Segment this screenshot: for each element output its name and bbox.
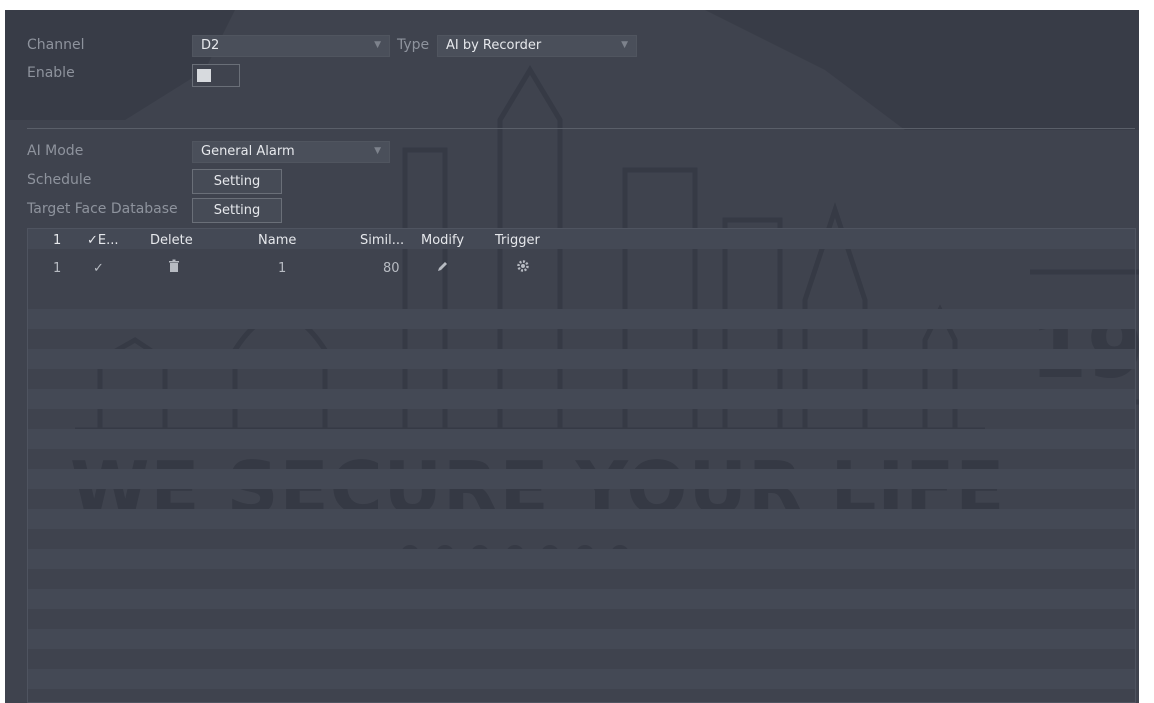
- enable-label: Enable: [27, 65, 75, 81]
- ai-config-panel: WE SECURE YOUR LIFE 19 Channel D2 ▼ Type…: [5, 10, 1139, 703]
- pencil-icon[interactable]: [436, 259, 448, 277]
- row-enable-check[interactable]: ✓: [93, 261, 104, 276]
- section-divider: [27, 128, 1135, 129]
- ai-mode-value: General Alarm: [201, 144, 295, 159]
- header-trigger: Trigger: [495, 233, 540, 248]
- table-stripe: [28, 389, 1135, 409]
- row-similarity: 80: [383, 261, 400, 276]
- header-delete: Delete: [150, 233, 193, 248]
- row-name: 1: [278, 261, 287, 276]
- type-value: AI by Recorder: [446, 38, 542, 53]
- target-face-db-label: Target Face Database: [27, 201, 178, 217]
- type-label: Type: [397, 37, 430, 53]
- header-name: Name: [258, 233, 297, 248]
- table-stripe: [28, 669, 1135, 689]
- table-stripe: [28, 309, 1135, 329]
- channel-select[interactable]: D2 ▼: [192, 35, 390, 57]
- toggle-knob: [197, 69, 211, 82]
- table-stripe: [28, 469, 1135, 489]
- face-db-table: 1 ✓E... Delete Name Simil... Modify Trig…: [27, 228, 1136, 703]
- ai-mode-select[interactable]: General Alarm ▼: [192, 141, 390, 163]
- table-header: [28, 229, 1135, 249]
- channel-label: Channel: [27, 37, 85, 53]
- trash-icon[interactable]: [168, 259, 180, 277]
- chevron-down-icon: ▼: [374, 146, 381, 156]
- target-face-db-setting-button[interactable]: Setting: [192, 198, 282, 223]
- type-select[interactable]: AI by Recorder ▼: [437, 35, 637, 57]
- header-enable[interactable]: ✓E...: [87, 233, 119, 248]
- table-stripe: [28, 429, 1135, 449]
- channel-value: D2: [201, 38, 220, 53]
- row-index: 1: [53, 261, 62, 276]
- chevron-down-icon: ▼: [374, 40, 381, 50]
- table-stripe: [28, 629, 1135, 649]
- header-modify: Modify: [421, 233, 465, 248]
- table-stripe: [28, 589, 1135, 609]
- gear-icon[interactable]: [516, 259, 530, 277]
- schedule-label: Schedule: [27, 172, 92, 188]
- chevron-down-icon: ▼: [621, 40, 628, 50]
- schedule-setting-button[interactable]: Setting: [192, 169, 282, 194]
- header-index: 1: [53, 233, 62, 248]
- ai-mode-label: AI Mode: [27, 143, 84, 159]
- enable-toggle[interactable]: [192, 64, 240, 87]
- header-similarity: Simil...: [360, 233, 405, 248]
- table-stripe: [28, 509, 1135, 529]
- table-stripe: [28, 349, 1135, 369]
- table-stripe: [28, 549, 1135, 569]
